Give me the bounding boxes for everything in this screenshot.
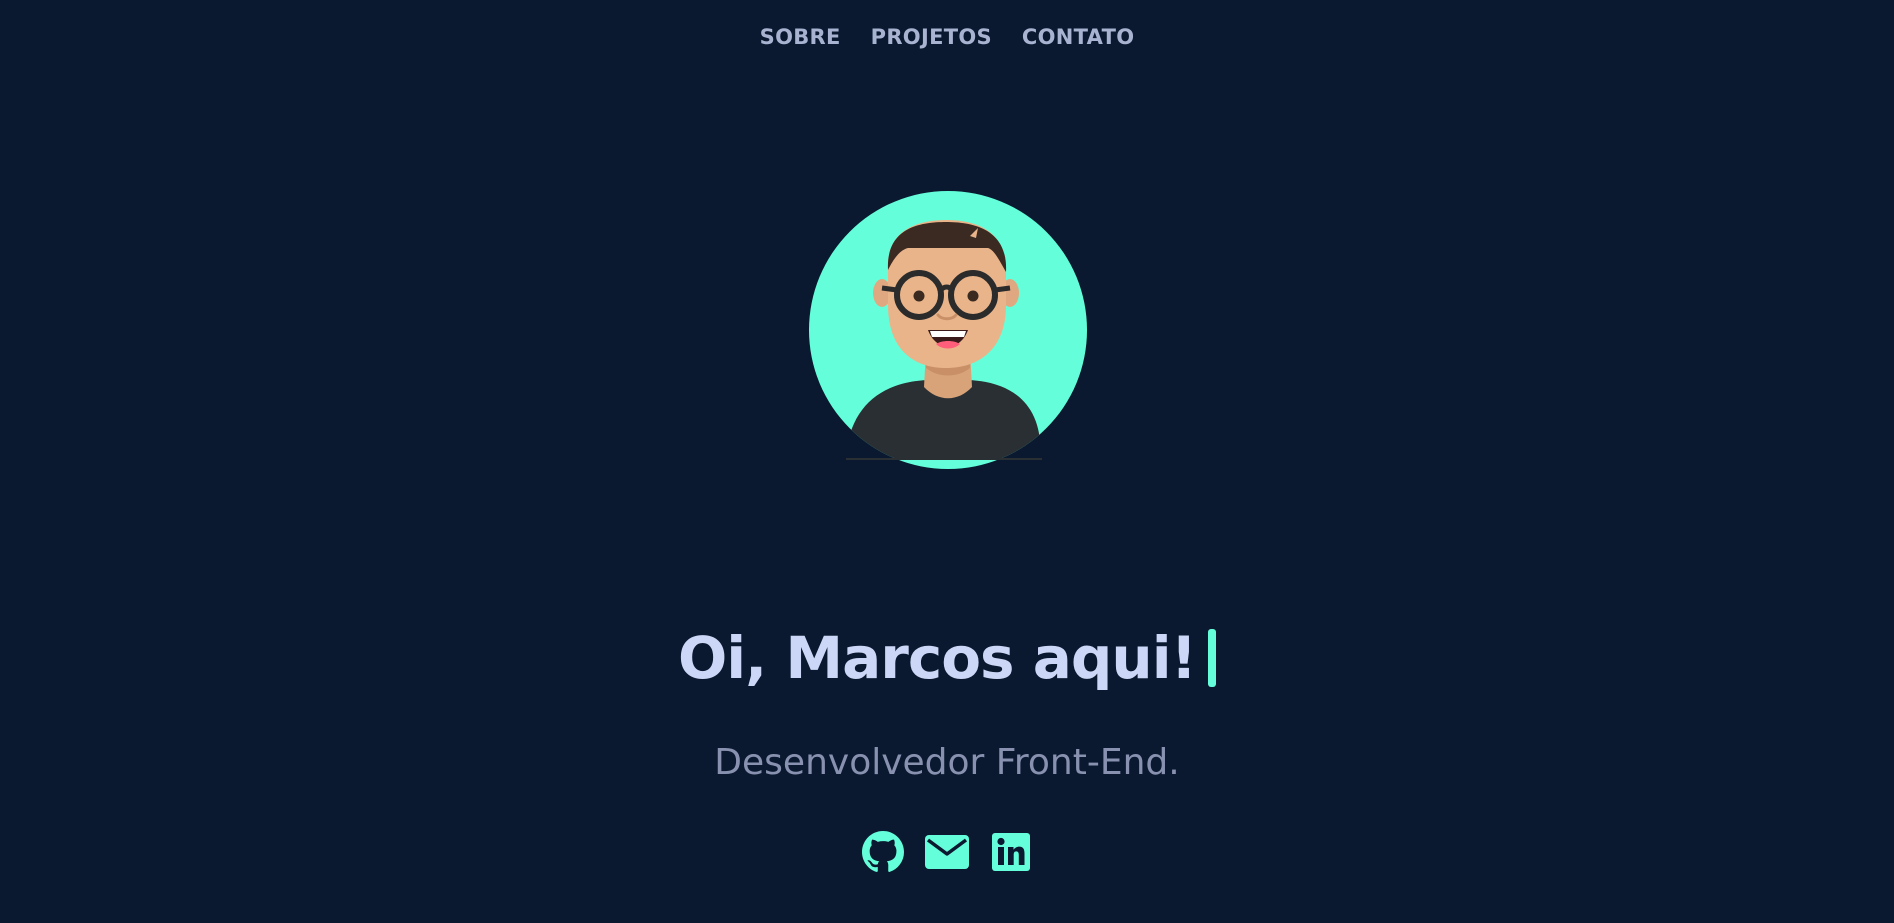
hero-heading: Oi, Marcos aqui! — [0, 618, 1894, 698]
linkedin-link[interactable] — [989, 830, 1033, 874]
top-nav: SOBRE PROJETOS CONTATO — [0, 22, 1894, 52]
github-link[interactable] — [861, 830, 905, 874]
page: SOBRE PROJETOS CONTATO Oi, Marcos aqui! … — [0, 0, 1894, 923]
typing-cursor — [1208, 629, 1217, 687]
github-icon — [862, 831, 904, 872]
avatar-image — [809, 191, 1087, 469]
email-icon — [925, 835, 969, 869]
nav-link-contato[interactable]: CONTATO — [1022, 22, 1134, 52]
greeting-text: Oi, Marcos aqui! — [677, 624, 1197, 692]
social-links — [0, 830, 1894, 874]
linkedin-icon — [992, 833, 1030, 871]
role-subtitle: Desenvolvedor Front-End. — [714, 742, 1180, 783]
email-link[interactable] — [925, 830, 969, 874]
nav-link-sobre[interactable]: SOBRE — [760, 22, 841, 52]
nav-link-projetos[interactable]: PROJETOS — [871, 22, 992, 52]
